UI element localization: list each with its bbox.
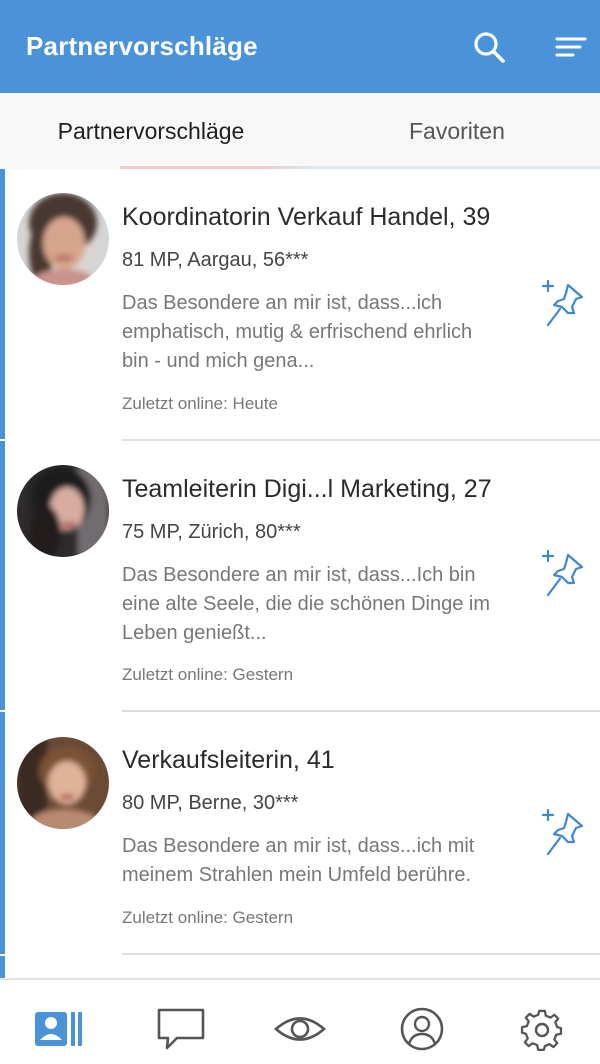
description-line: bin - und mich gena... <box>122 350 315 372</box>
divider <box>122 953 600 955</box>
card-meta: 75 MP, Zürich, 80*** <box>122 521 301 543</box>
card-accent-bar <box>0 441 5 710</box>
avatar[interactable] <box>17 465 109 557</box>
tab-favoriten[interactable]: Favoriten <box>300 93 600 169</box>
card-title: Koordinatorin Verkauf Handel, 39 <box>122 203 491 231</box>
last-online-label: Zuletzt online: Gestern <box>122 908 294 927</box>
last-online-label: Zuletzt online: Heute <box>122 394 278 413</box>
tab-bar: Partnervorschläge Favoriten <box>0 93 600 169</box>
filter-menu-icon[interactable] <box>554 34 588 60</box>
last-online-label: Zuletzt online: Gestern <box>122 665 294 684</box>
page-title: Partnervorschläge <box>26 31 258 61</box>
description-line: Das Besondere an mir ist, dass...ich mit <box>122 835 475 857</box>
add-favorite-pin-icon[interactable] <box>540 808 586 858</box>
description-line: emphatisch, mutig & erfrischend ehrlich <box>122 321 473 343</box>
settings-gear-icon[interactable] <box>517 1006 569 1052</box>
add-favorite-pin-icon[interactable] <box>540 279 586 329</box>
card-meta: 80 MP, Berne, 30*** <box>122 792 299 814</box>
card-accent-bar <box>0 169 5 439</box>
bottom-navigation <box>0 978 600 1064</box>
card-description: Das Besondere an mir ist, dass...Ich bin… <box>122 561 512 648</box>
card-description: Das Besondere an mir ist, dass...ich emp… <box>122 289 512 376</box>
list-item[interactable]: Teamleiterin Digi...l Marketing, 27 75 M… <box>0 441 600 712</box>
description-line: Leben genießt... <box>122 622 267 644</box>
profile-icon[interactable] <box>396 1006 448 1052</box>
list-item[interactable]: Verkaufsleiterin, 41 80 MP, Berne, 30***… <box>0 712 600 956</box>
description-line: eine alte Seele, die die schönen Dinge i… <box>122 593 491 615</box>
eye-icon[interactable] <box>274 1006 326 1052</box>
list-item[interactable] <box>0 956 600 978</box>
description-line: meinem Strahlen mein Umfeld berühre. <box>122 864 472 886</box>
card-title: Verkaufsleiterin, 41 <box>122 746 335 774</box>
suggestions-cards-icon[interactable] <box>33 1006 85 1052</box>
tab-label: Favoriten <box>409 117 505 144</box>
description-line: Das Besondere an mir ist, dass...Ich bin <box>122 564 476 586</box>
card-meta: 81 MP, Aargau, 56*** <box>122 249 309 271</box>
search-icon[interactable] <box>472 30 506 64</box>
avatar[interactable] <box>17 193 109 285</box>
avatar[interactable] <box>17 737 109 829</box>
app-bar: Partnervorschläge <box>0 0 600 93</box>
list-item[interactable]: Koordinatorin Verkauf Handel, 39 81 MP, … <box>0 169 600 441</box>
card-accent-bar <box>0 712 5 954</box>
card-description: Das Besondere an mir ist, dass...ich mit… <box>122 832 512 890</box>
tab-partnervorschlaege[interactable]: Partnervorschläge <box>0 93 300 169</box>
card-accent-bar <box>0 956 5 978</box>
chat-bubble-icon[interactable] <box>155 1006 207 1052</box>
tab-label: Partnervorschläge <box>57 117 245 144</box>
card-title: Teamleiterin Digi...l Marketing, 27 <box>122 475 492 503</box>
add-favorite-pin-icon[interactable] <box>540 549 586 599</box>
description-line: Das Besondere an mir ist, dass...ich <box>122 292 443 314</box>
